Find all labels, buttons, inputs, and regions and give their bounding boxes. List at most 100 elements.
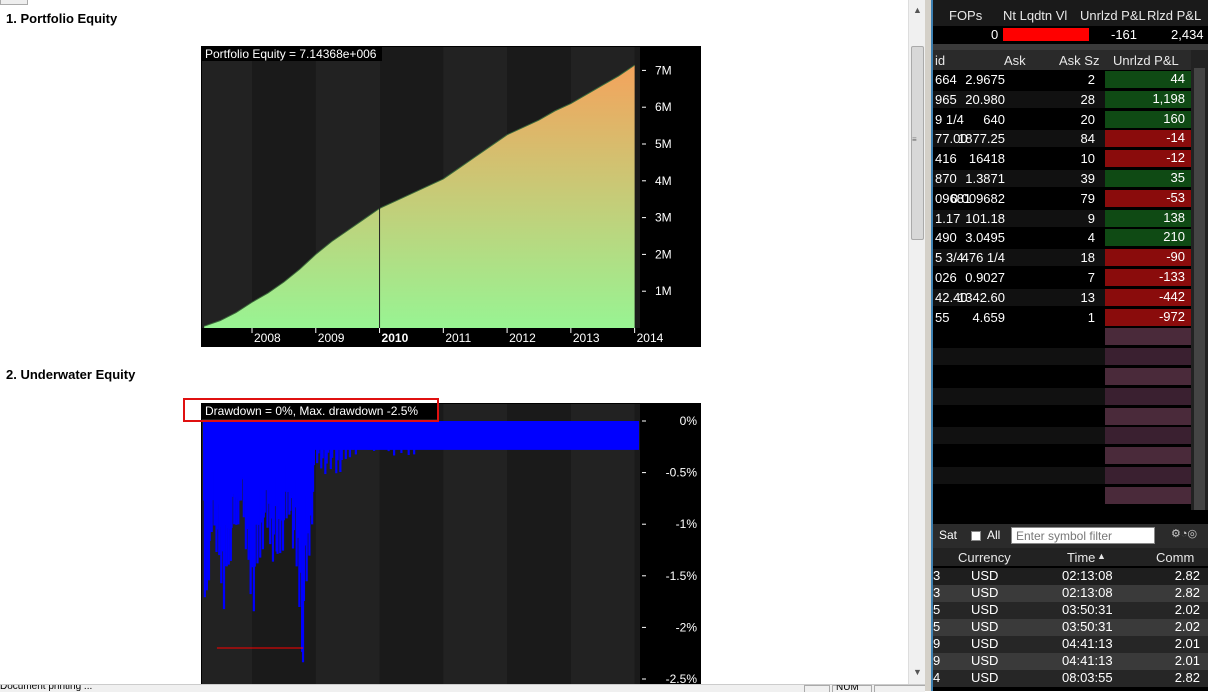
- x-tick-label: 2010: [382, 331, 409, 345]
- section-title-underwater-equity: 2. Underwater Equity: [6, 367, 136, 382]
- position-row[interactable]: 416 16418 10 -12: [933, 150, 1208, 168]
- toolbar-tools-icon[interactable]: ⚙◔◎: [1171, 527, 1197, 540]
- sat-label: Sat: [939, 528, 958, 542]
- empty-position-row: [933, 348, 1208, 366]
- position-pnl: 35: [1170, 170, 1185, 185]
- header-ask-size[interactable]: Ask Sz: [1059, 53, 1099, 68]
- trade-time: 04:41:13: [1062, 653, 1113, 668]
- trade-time: 03:50:31: [1062, 602, 1113, 617]
- position-ask-size: 18: [1080, 250, 1095, 266]
- position-pnl-cell: 44: [1105, 71, 1191, 88]
- trade-row[interactable]: 9 USD 04:41:13 2.01: [933, 636, 1208, 653]
- position-row[interactable]: 9 1/4 640 20 160: [933, 110, 1208, 128]
- position-row[interactable]: 1.17 101.18 9 138: [933, 209, 1208, 227]
- position-pnl-cell: 138: [1105, 209, 1191, 227]
- position-row[interactable]: 42.40 1342.60 13 -442: [933, 288, 1208, 306]
- empty-pnl-cell: [1105, 328, 1191, 346]
- trade-row[interactable]: 4 USD 08:03:55 2.82: [933, 670, 1208, 687]
- header-fops: FOPs: [949, 8, 983, 23]
- positions-scrollbar[interactable]: [1191, 50, 1208, 510]
- position-bid: 416: [935, 151, 957, 167]
- position-bid: 664: [935, 72, 957, 87]
- trade-row[interactable]: 9 USD 04:41:13 2.01: [933, 653, 1208, 670]
- position-row[interactable]: 09681 0.009682 79 -53: [933, 189, 1208, 207]
- account-header-row: FOPs Nt Lqdtn Vl Unrlzd P&L Rlzd P&L: [933, 0, 1208, 26]
- header-bid[interactable]: id: [935, 53, 945, 68]
- trade-row[interactable]: 5 USD 03:50:31 2.02: [933, 602, 1208, 619]
- position-pnl-cell: 160: [1105, 110, 1191, 128]
- y-tick-label: 4M: [655, 174, 672, 188]
- report-vertical-scrollbar[interactable]: ▲ ≡ ▼: [908, 0, 926, 684]
- header-ask[interactable]: Ask: [1004, 53, 1026, 68]
- trade-currency: USD: [971, 585, 999, 600]
- position-pnl-cell: -53: [1105, 189, 1191, 207]
- position-pnl: -442: [1158, 288, 1185, 304]
- position-ask-size: 7: [1087, 270, 1095, 285]
- position-ask: 101.18: [965, 210, 1005, 226]
- trade-currency: USD: [971, 653, 999, 668]
- position-row[interactable]: 965 20.980 28 1,198: [933, 90, 1208, 108]
- position-bid: 965: [935, 91, 957, 107]
- header-time[interactable]: Time: [1067, 550, 1095, 565]
- trade-time: 03:50:31: [1062, 619, 1113, 634]
- empty-pnl-cell: [1105, 407, 1191, 425]
- trade-commission: 2.02: [1174, 602, 1200, 617]
- position-ask: 4.659: [972, 309, 1005, 325]
- all-label: All: [987, 528, 1001, 542]
- x-tick-label: 2013: [573, 331, 600, 345]
- scroll-down-arrow-icon[interactable]: ▼: [909, 664, 926, 681]
- pane-divider[interactable]: [925, 0, 933, 691]
- y-tick-label: 7M: [655, 63, 672, 77]
- y-tick-label: -1%: [676, 517, 698, 531]
- position-pnl-cell: -14: [1105, 130, 1191, 148]
- trade-id-fragment: 5: [933, 602, 941, 617]
- position-row[interactable]: 870 1.3871 39 35: [933, 170, 1208, 187]
- trade-commission: 2.82: [1174, 670, 1200, 685]
- trade-currency: USD: [971, 619, 999, 634]
- position-ask-size: 2: [1087, 72, 1095, 87]
- position-bid: 490: [935, 230, 957, 246]
- symbol-filter-input[interactable]: Enter symbol filter: [1011, 527, 1155, 544]
- scroll-up-arrow-icon[interactable]: ▲: [909, 2, 926, 19]
- x-tick-label: 2011: [445, 331, 471, 345]
- header-position-unrealized-pnl[interactable]: Unrlzd P&L: [1113, 53, 1179, 68]
- empty-position-row: [933, 328, 1208, 346]
- position-ask-size: 39: [1080, 171, 1095, 186]
- position-ask: 1342.60: [958, 289, 1005, 305]
- y-tick-label: -2%: [676, 620, 698, 634]
- empty-pnl-cell: [1105, 447, 1191, 465]
- all-checkbox[interactable]: [971, 531, 981, 541]
- trade-time: 02:13:08: [1062, 568, 1113, 583]
- empty-position-row: [933, 387, 1208, 405]
- positions-scroll-thumb[interactable]: [1194, 68, 1205, 510]
- fops-value: 0: [991, 27, 999, 42]
- trade-id-fragment: 4: [933, 670, 941, 685]
- report-pane: 1. Portfolio Equity 1M 2M 3M 4M 5M 6M 7M 2008 20…: [0, 0, 908, 684]
- trade-currency: USD: [971, 636, 999, 651]
- position-row[interactable]: 490 3.0495 4 210: [933, 229, 1208, 247]
- position-ask: 16418: [968, 151, 1005, 167]
- position-pnl: -972: [1158, 308, 1185, 324]
- position-ask-size: 10: [1080, 151, 1095, 167]
- trade-row[interactable]: 3 USD 02:13:08 2.82: [933, 585, 1208, 602]
- position-row[interactable]: 77.00 1877.25 84 -14: [933, 130, 1208, 148]
- position-bid: 9 1/4: [935, 111, 964, 127]
- position-pnl-cell: -442: [1105, 288, 1191, 306]
- position-row[interactable]: 664 2.9675 2 44: [933, 71, 1208, 88]
- position-ask: 1877.25: [958, 131, 1005, 147]
- trade-row[interactable]: 3 USD 02:13:08 2.82: [933, 568, 1208, 585]
- x-tick-label: 2008: [254, 331, 281, 345]
- position-row[interactable]: 5 3/4 476 1/4 18 -90: [933, 249, 1208, 267]
- sort-ascending-icon: ▲: [1097, 551, 1106, 561]
- header-currency[interactable]: Currency: [958, 550, 1011, 565]
- header-commission[interactable]: Comm: [1156, 550, 1194, 565]
- trade-row[interactable]: 5 USD 03:50:31 2.02: [933, 619, 1208, 636]
- x-tick-label: 2014: [637, 331, 664, 345]
- scroll-grip-icon: ≡: [912, 135, 917, 144]
- trade-currency: USD: [971, 602, 999, 617]
- position-row[interactable]: 55 4.659 1 -972: [933, 308, 1208, 326]
- position-row[interactable]: 026 0.9027 7 -133: [933, 269, 1208, 286]
- trade-time: 02:13:08: [1062, 585, 1113, 600]
- position-bid: 026: [935, 270, 957, 285]
- position-pnl: 1,198: [1152, 90, 1185, 106]
